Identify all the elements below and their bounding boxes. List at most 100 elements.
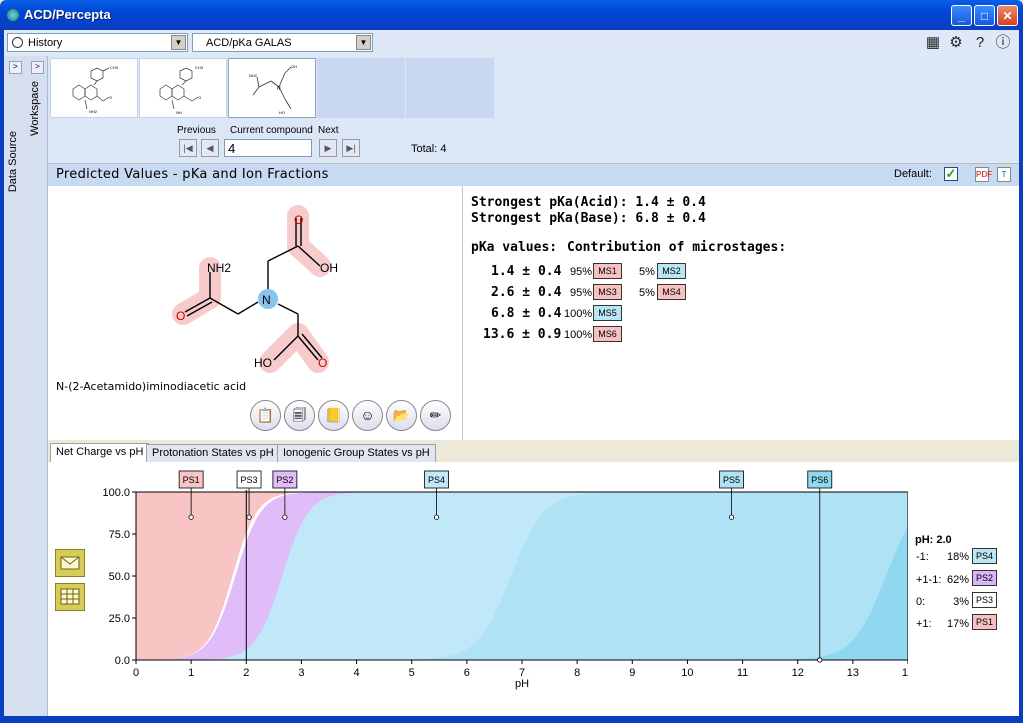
compound-thumbnail[interactable]: CH3 O NH: [139, 58, 227, 118]
readout-pct: 18%: [946, 551, 969, 563]
workspace-panel-tab[interactable]: > Workspace: [26, 56, 48, 716]
module-dropdown[interactable]: ACD/pKa GALAS ▼: [192, 33, 373, 52]
compound-thumbnail[interactable]: CH3 O NH2: [50, 58, 138, 118]
microstage-badge[interactable]: MS2: [657, 263, 686, 279]
next-label: Next: [318, 125, 339, 136]
svg-text:NH2: NH2: [89, 109, 98, 114]
strongest-base: Strongest pKa(Base): 6.8 ± 0.4: [471, 211, 706, 226]
readout-charge: +1-1:: [916, 574, 942, 586]
pka-value: 1.4 ± 0.4: [491, 264, 562, 279]
pdf-export-icon[interactable]: PDF: [975, 167, 992, 182]
y-tick-label: 0.0: [115, 655, 130, 667]
svg-text:OH: OH: [291, 64, 297, 69]
expand-icon[interactable]: >: [31, 61, 44, 74]
readout-state-badge[interactable]: PS3: [972, 592, 997, 608]
atom-label-o: O: [176, 309, 185, 323]
gear-icon[interactable]: ⚙: [947, 34, 965, 52]
close-button[interactable]: ✕: [997, 5, 1018, 26]
state-label: PS1: [183, 475, 200, 485]
molecule-thumbnail-1: CH3 O NH2: [72, 65, 119, 114]
readout-charge: 0:: [916, 596, 926, 608]
chevron-down-icon[interactable]: ▼: [356, 35, 371, 50]
contribution-pct: 100%: [564, 308, 593, 320]
calculator-icon[interactable]: ▦: [924, 34, 942, 52]
x-tick-label: 4: [354, 667, 360, 679]
minimize-button[interactable]: _: [951, 5, 972, 26]
state-marker-point: [282, 514, 288, 520]
microstage-badge[interactable]: MS3: [593, 284, 622, 300]
readout-state-badge[interactable]: PS4: [972, 548, 997, 564]
state-marker-point: [433, 514, 440, 520]
current-compound-input[interactable]: [224, 139, 312, 157]
chart-panel: 0.025.050.075.0100.001234567891011121314…: [48, 462, 1019, 716]
copy-text-icon[interactable]: T: [997, 167, 1011, 182]
x-tick-label: 14: [902, 667, 908, 679]
strongest-acid: Strongest pKa(Acid): 1.4 ± 0.4: [471, 195, 706, 210]
open-button[interactable]: 📂: [386, 400, 417, 431]
copy-image-button[interactable]: 🗐: [284, 400, 315, 431]
ph-readout-header: pH: 2.0: [915, 534, 952, 546]
readout-state-badge[interactable]: PS2: [972, 570, 997, 586]
maximize-button[interactable]: □: [974, 5, 995, 26]
readout-charge: -1:: [916, 551, 929, 563]
pka-value: 6.8 ± 0.4: [491, 306, 562, 321]
atom-label-n: N: [262, 293, 271, 307]
y-tick-label: 50.0: [109, 571, 130, 583]
readout-charge: +1:: [916, 618, 932, 630]
microstage-badge[interactable]: MS4: [657, 284, 686, 300]
tab-protonation-states[interactable]: Protonation States vs pH: [146, 444, 280, 462]
smiley-button[interactable]: ☺: [352, 400, 383, 431]
x-tick-label: 1: [188, 667, 194, 679]
readout-state-badge[interactable]: PS1: [972, 614, 997, 630]
x-tick-label: 2: [243, 667, 249, 679]
previous-compound-button[interactable]: ◀: [201, 139, 219, 157]
x-tick-label: 13: [847, 667, 859, 679]
info-icon[interactable]: ⓘ: [994, 34, 1012, 52]
data-source-panel-tab[interactable]: > Data Source: [4, 56, 27, 716]
svg-text:NH2: NH2: [249, 73, 258, 78]
atom-label-o: O: [294, 213, 303, 227]
default-label: Default:: [894, 168, 932, 180]
contribution-pct: 5%: [639, 266, 655, 278]
microstage-badge[interactable]: MS1: [593, 263, 622, 279]
chevron-down-icon[interactable]: ▼: [171, 35, 186, 50]
x-tick-label: 5: [409, 667, 415, 679]
atom-label-o: O: [318, 356, 327, 370]
compound-thumbnail-selected[interactable]: N NH2 OH HO: [228, 58, 316, 118]
microstage-badge[interactable]: MS6: [593, 326, 622, 342]
state-label: PS6: [811, 475, 828, 485]
edit-structure-button[interactable]: ✏: [420, 400, 451, 431]
net-charge-chart[interactable]: 0.025.050.075.0100.001234567891011121314…: [48, 462, 908, 702]
x-tick-label: 9: [629, 667, 635, 679]
contribution-pct: 95%: [570, 266, 593, 278]
copy-structure-button[interactable]: 📋: [250, 400, 281, 431]
molecule-structure: O OH N NH2 O O HO: [172, 205, 338, 373]
y-tick-label: 25.0: [109, 613, 130, 625]
history-dropdown[interactable]: History ▼: [7, 33, 188, 52]
first-compound-button[interactable]: |◀: [179, 139, 197, 157]
last-compound-button[interactable]: ▶|: [342, 139, 360, 157]
help-icon[interactable]: ?: [971, 34, 989, 52]
state-marker-point: [817, 657, 823, 663]
x-axis-label: pH: [515, 678, 529, 690]
state-marker-point: [188, 514, 194, 520]
report-button[interactable]: 📒: [318, 400, 349, 431]
microstages-header: Contribution of microstages:: [567, 240, 787, 255]
default-checkbox[interactable]: ✓: [944, 167, 958, 181]
tab-ionogenic-group-states[interactable]: Ionogenic Group States vs pH: [277, 444, 436, 462]
tab-net-charge[interactable]: Net Charge vs pH: [50, 443, 150, 463]
history-dropdown-label: History: [28, 37, 63, 49]
next-compound-button[interactable]: ▶: [319, 139, 337, 157]
microstage-badge[interactable]: MS5: [593, 305, 622, 321]
svg-text:CH3: CH3: [110, 65, 119, 70]
contribution-pct: 95%: [570, 287, 593, 299]
state-label: PS4: [428, 475, 445, 485]
title-bar[interactable]: ACD/Percepta _ □ ✕: [0, 0, 1023, 30]
x-tick-label: 10: [681, 667, 693, 679]
clock-icon: [12, 37, 23, 48]
expand-icon[interactable]: >: [9, 61, 22, 74]
y-tick-label: 100.0: [102, 487, 130, 499]
atom-label-oh: OH: [320, 261, 338, 275]
pka-value: 2.6 ± 0.4: [491, 285, 562, 300]
window-title: ACD/Percepta: [24, 7, 111, 22]
